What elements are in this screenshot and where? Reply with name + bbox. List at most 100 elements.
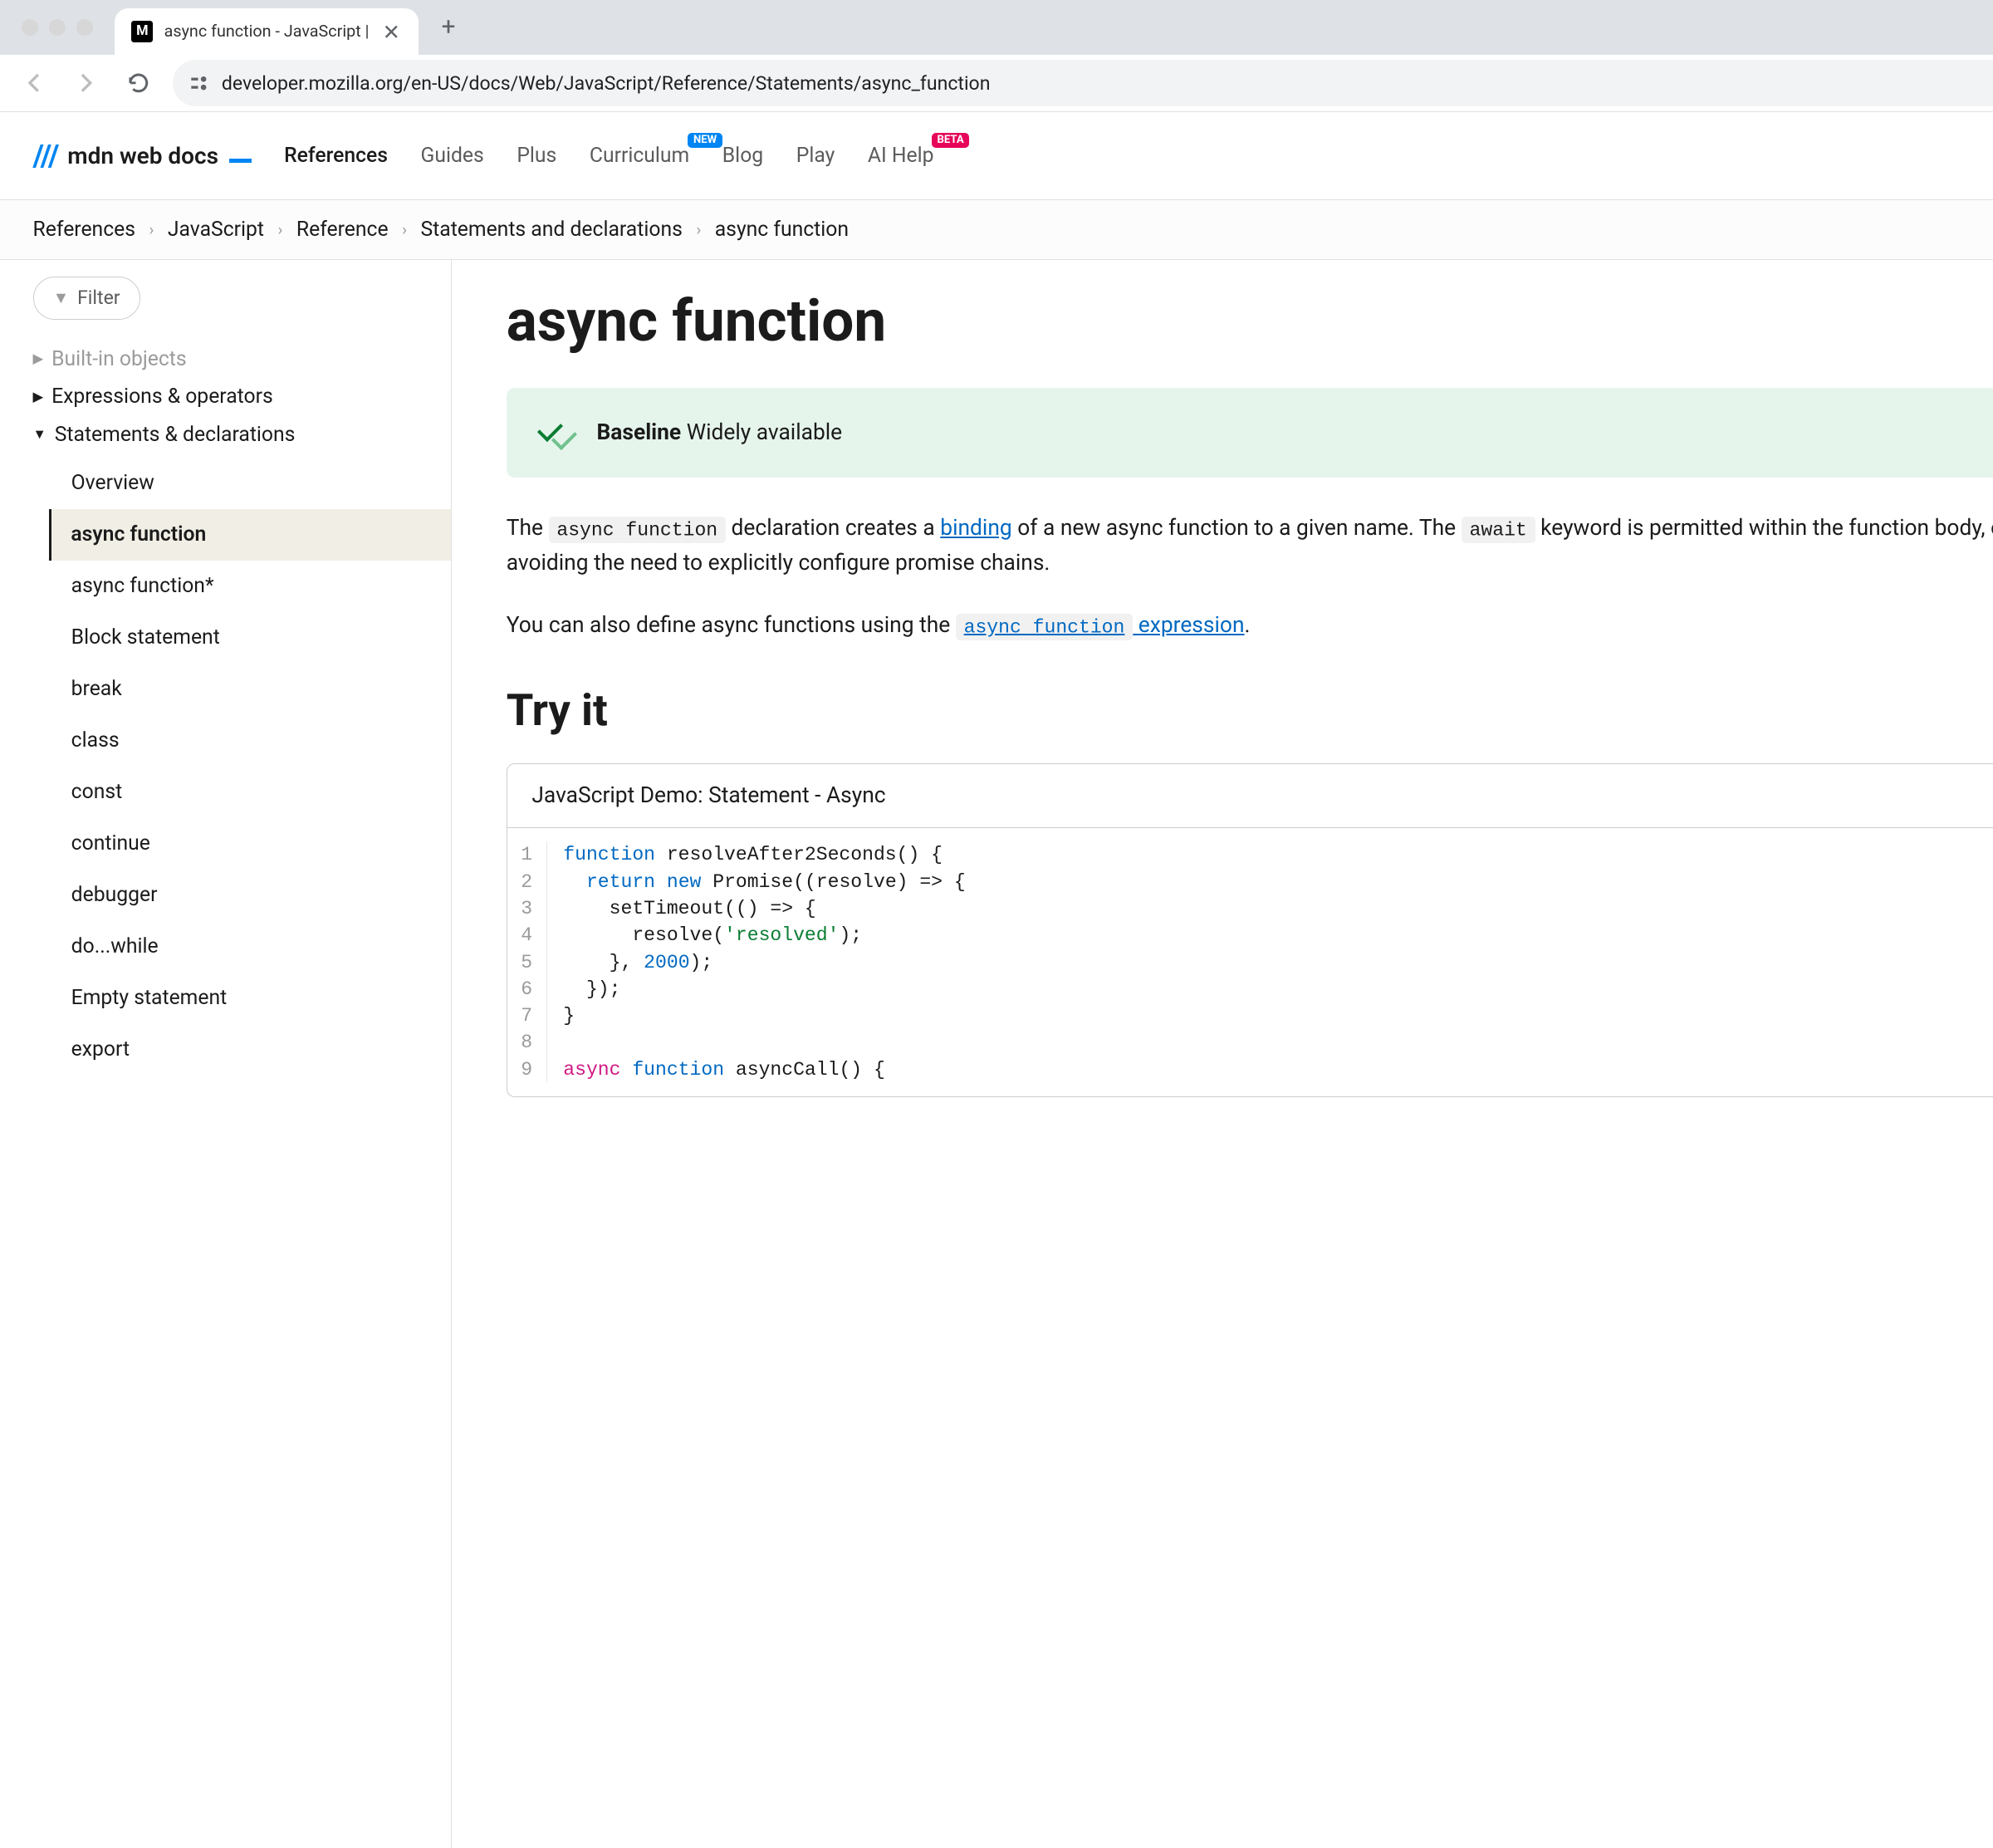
code-lines: function resolveAfter2Seconds() { return… [547,841,982,1083]
chevron-right-icon: › [696,220,701,239]
code: setTimeout(() => { [563,898,815,919]
code: resolveAfter2Seconds() { [655,844,943,865]
address-bar[interactable]: developer.mozilla.org/en-US/docs/Web/Jav… [173,60,1993,106]
nav-references[interactable]: References [284,144,388,168]
tab-bar: M async function - JavaScript | + [0,0,1993,55]
main-container: ▼ Filter ▶ Built-in objects ▶ Expression… [0,260,1993,1848]
sidebar-item-break[interactable]: break [52,664,451,715]
sidebar-item-dowhile[interactable]: do...while [52,920,451,972]
sidebar-item-block[interactable]: Block statement [52,612,451,664]
beta-badge: BETA [932,133,969,148]
nav-play[interactable]: Play [796,144,835,168]
close-window-icon[interactable] [22,19,38,36]
filter-icon: ▼ [53,288,70,308]
sidebar-item-async-function[interactable]: async function [49,509,451,561]
sidebar-left: ▼ Filter ▶ Built-in objects ▶ Expression… [0,260,452,1848]
url-text: developer.mozilla.org/en-US/docs/Web/Jav… [222,72,1993,95]
nav-blog[interactable]: Blog [722,144,763,168]
reload-button[interactable] [115,60,161,106]
text: The [507,516,549,541]
forward-button[interactable] [63,60,110,106]
link-async-function-expression[interactable]: async function expression [956,613,1245,638]
nav-ai-help[interactable]: AI HelpBETA [868,144,934,168]
breadcrumb-statements[interactable]: Statements and declarations [420,218,682,242]
code: resolve( [563,924,724,946]
intro-paragraph-2: You can also define async functions usin… [507,608,1993,643]
new-tab-button[interactable]: + [429,8,468,47]
close-tab-icon[interactable] [380,21,402,42]
sidebar-items: Overview async function async function* … [0,458,451,1075]
text: of a new async function to a given name.… [1012,516,1462,541]
nav-curriculum[interactable]: CurriculumNEW [590,144,689,168]
sidebar-item-debugger[interactable]: debugger [52,869,451,920]
address-bar-row: developer.mozilla.org/en-US/docs/Web/Jav… [0,55,1993,112]
logo-cursor-icon [229,159,251,163]
mdn-logo[interactable]: /// mdn web docs [33,138,252,174]
try-it-heading: Try it [507,684,1993,736]
sidebar-item-empty[interactable]: Empty statement [52,972,451,1023]
tab-favicon-icon: M [131,21,153,42]
str: 'resolved' [724,924,839,946]
nav-plus[interactable]: Plus [517,144,556,168]
sidebar-item-overview[interactable]: Overview [52,458,451,509]
text: declaration creates a [726,516,940,541]
sidebar-item-continue[interactable]: continue [52,817,451,869]
mdn-header: /// mdn web docs References Guides Plus … [0,112,1993,199]
breadcrumb-references[interactable]: References [33,218,135,242]
page-title: async function [507,287,1993,355]
intro-paragraph-1: The async function declaration creates a… [507,511,1993,581]
kw: new [667,871,702,893]
section-label: Built-in objects [51,347,187,371]
triangle-right-icon: ▶ [33,350,44,367]
section-label: Expressions & operators [51,385,273,409]
nav-curriculum-label: Curriculum [590,144,689,168]
kw: return [586,871,655,893]
code: asyncCall() { [724,1059,885,1081]
sidebar-section-expressions[interactable]: ▶ Expressions & operators [0,382,451,412]
breadcrumb-reference[interactable]: Reference [296,218,389,242]
code-demo: JavaScript Demo: Statement - Async 12345… [507,763,1993,1098]
new-badge: NEW [688,133,722,148]
sidebar-section-builtin[interactable]: ▶ Built-in objects [0,345,451,375]
tab-title: async function - JavaScript | [164,22,370,41]
text: You can also define async functions usin… [507,613,956,638]
back-button[interactable] [11,60,57,106]
text: . [1245,613,1251,638]
section-label: Statements & declarations [55,423,296,447]
triangle-right-icon: ▶ [33,389,44,405]
breadcrumb-current: async function [715,218,849,242]
filter-input[interactable]: ▼ Filter [33,277,140,320]
baseline-box: Baseline Widely available ▾ [507,388,1993,478]
content-main: async function Baseline Widely available… [452,260,1993,1848]
line-numbers: 123456789 [507,841,547,1083]
breadcrumb: References › JavaScript › Reference › St… [33,218,849,242]
code-async-function: async function [549,517,727,544]
mdn-logo-mark-icon: /// [33,138,60,174]
code: Promise((resolve) => { [701,871,965,893]
browser-tab[interactable]: M async function - JavaScript | [115,8,418,55]
code: ); [839,924,862,946]
baseline-check-icon [536,416,580,449]
minimize-window-icon[interactable] [49,19,66,36]
sidebar-item-async-function-star[interactable]: async function* [52,561,451,612]
breadcrumb-javascript[interactable]: JavaScript [168,218,264,242]
chevron-right-icon: › [402,220,407,239]
mdn-nav: References Guides Plus CurriculumNEW Blo… [284,144,933,168]
maximize-window-icon[interactable] [76,19,93,36]
sidebar-section-statements[interactable]: ▼ Statements & declarations [0,419,451,449]
code [655,871,667,893]
sidebar-item-export[interactable]: export [52,1023,451,1075]
link-binding[interactable]: binding [940,516,1011,541]
code: ); [690,952,713,973]
kw: function [563,844,655,865]
site-settings-icon[interactable] [189,72,210,94]
sidebar-item-class[interactable]: class [52,715,451,767]
filter-label: Filter [77,287,120,309]
code-editor[interactable]: 123456789 function resolveAfter2Seconds(… [507,828,1993,1097]
kw: async [563,1059,620,1081]
baseline-rest: Widely available [681,420,842,445]
nav-guides[interactable]: Guides [421,144,484,168]
sidebar-item-const[interactable]: const [52,766,451,817]
breadcrumb-row: References › JavaScript › Reference › St… [0,200,1993,261]
triangle-down-icon: ▼ [33,427,47,443]
